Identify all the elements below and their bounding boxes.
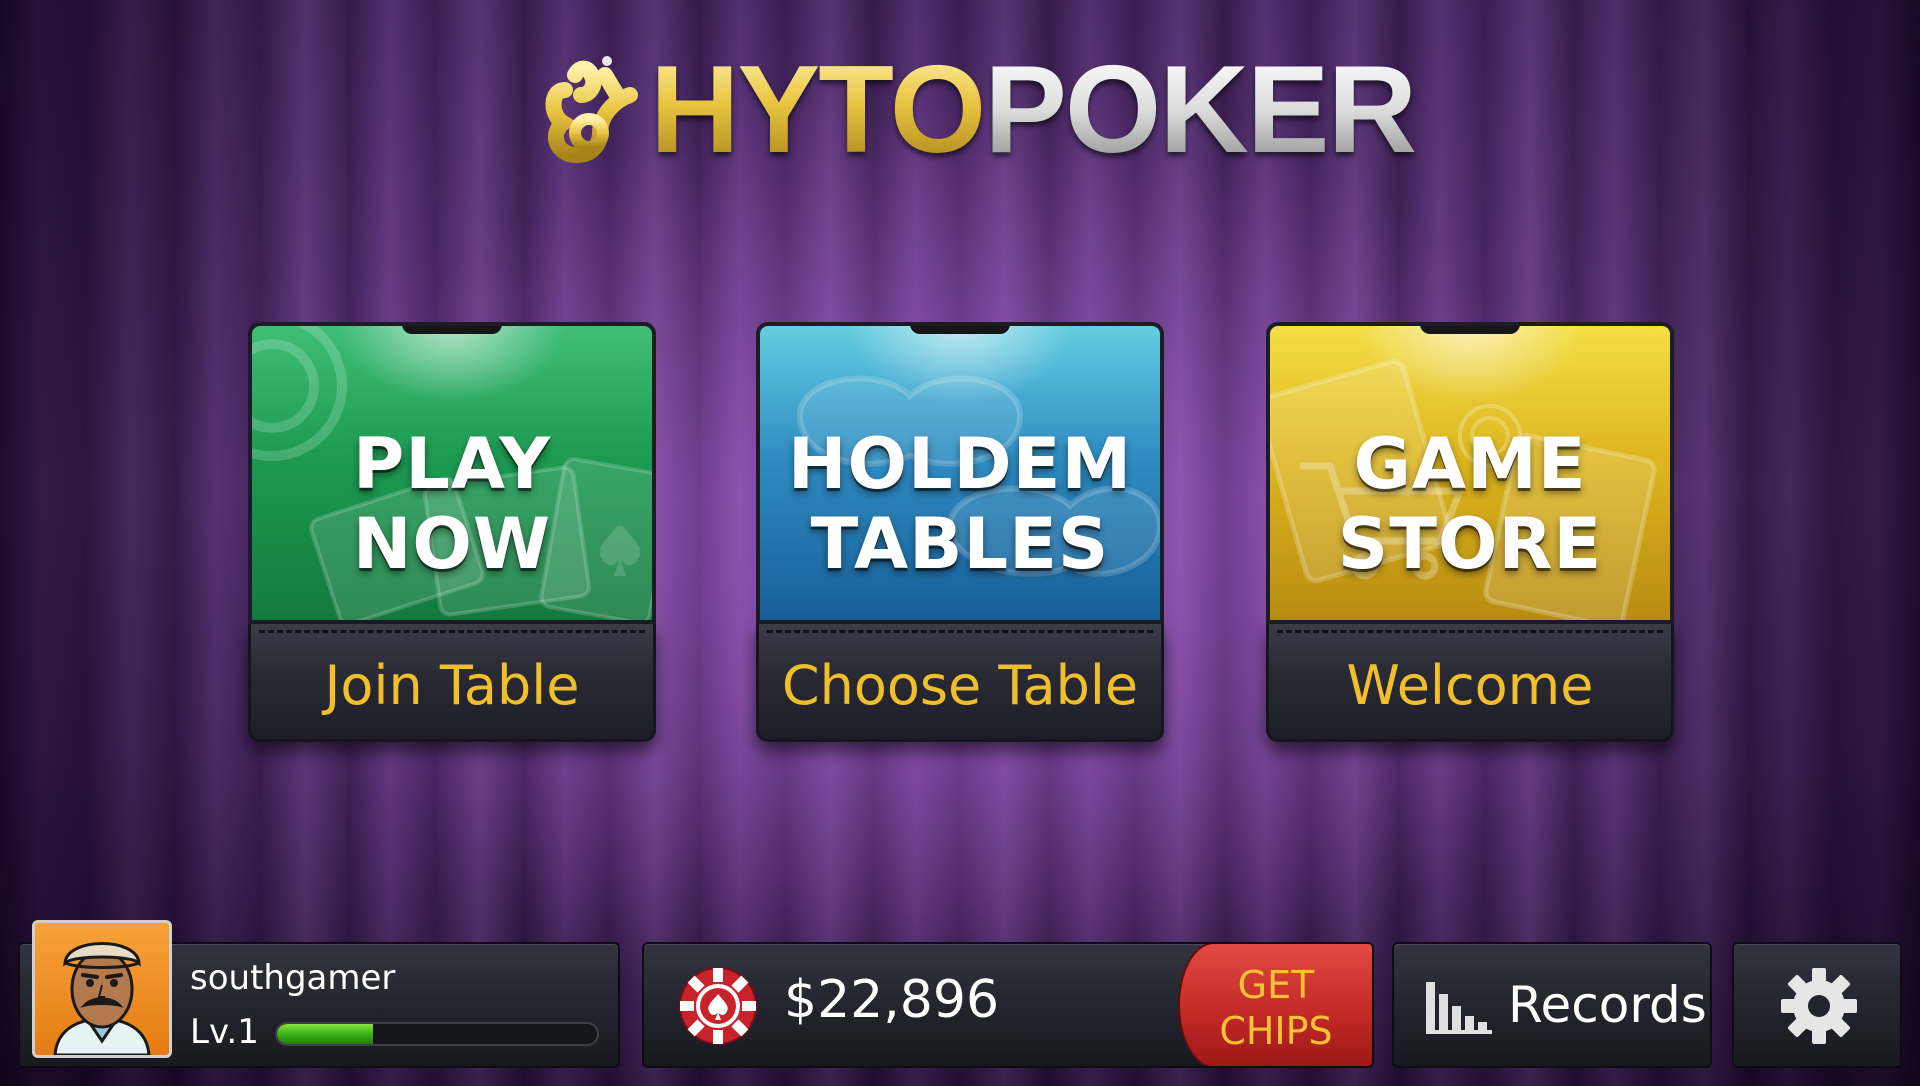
records-label: Records: [1508, 976, 1707, 1034]
holdem-title-line2: TABLES: [810, 503, 1110, 585]
get-chips-button[interactable]: GET CHIPS: [1178, 944, 1372, 1066]
logo-text-poker: POKER: [984, 41, 1417, 179]
avatar[interactable]: [32, 920, 172, 1058]
xp-progress-fill: [277, 1024, 373, 1044]
join-table-button[interactable]: Join Table: [248, 624, 656, 742]
bar-chart-icon: [1426, 982, 1492, 1034]
xp-progress-bar: [275, 1022, 599, 1046]
choose-table-button[interactable]: Choose Table: [756, 624, 1164, 742]
play-now-title-line1: PLAY: [352, 423, 552, 505]
settings-button[interactable]: [1732, 942, 1902, 1068]
choose-table-label: Choose Table: [781, 654, 1139, 717]
logo-text-hyto: HYTO: [650, 41, 986, 179]
get-chips-label-line1: GET: [1237, 963, 1315, 1007]
records-button[interactable]: Records: [1392, 942, 1712, 1068]
holdem-tables-tile[interactable]: HOLDEM TABLES: [756, 322, 1164, 624]
poker-chip-icon: [679, 967, 757, 1045]
chip-balance: $22,896: [784, 970, 1000, 1030]
holdem-title-line1: HOLDEM: [787, 423, 1133, 505]
welcome-button[interactable]: Welcome: [1266, 624, 1674, 742]
app-logo: HYTO POKER: [545, 40, 1417, 180]
logo-icon: [545, 56, 638, 164]
game-store-title-line2: STORE: [1337, 503, 1603, 585]
gear-icon: [1781, 968, 1857, 1044]
player-profile-panel[interactable]: southgamer Lv.1: [18, 920, 620, 1068]
play-now-title-line2: NOW: [352, 503, 552, 585]
holdem-tables-card[interactable]: HOLDEM TABLES Choose Table: [756, 322, 1164, 742]
main-menu-screen: HYTO POKER PLAY NOW Join Table HOLDEM TA…: [0, 0, 1920, 1086]
game-store-tile[interactable]: GAME STORE: [1266, 322, 1674, 624]
player-username: southgamer: [190, 958, 396, 998]
play-now-card[interactable]: PLAY NOW Join Table: [248, 322, 656, 742]
chip-balance-panel: $22,896 GET CHIPS: [642, 942, 1374, 1068]
player-level: Lv.1: [190, 1012, 259, 1052]
join-table-label: Join Table: [324, 654, 580, 717]
play-now-tile[interactable]: PLAY NOW: [248, 322, 656, 624]
cartoon-man-avatar-icon: [53, 942, 151, 1055]
get-chips-label-line2: CHIPS: [1219, 1009, 1333, 1053]
welcome-label: Welcome: [1346, 654, 1594, 717]
game-store-title-line1: GAME: [1353, 423, 1587, 505]
game-store-card[interactable]: GAME STORE Welcome: [1266, 322, 1674, 742]
